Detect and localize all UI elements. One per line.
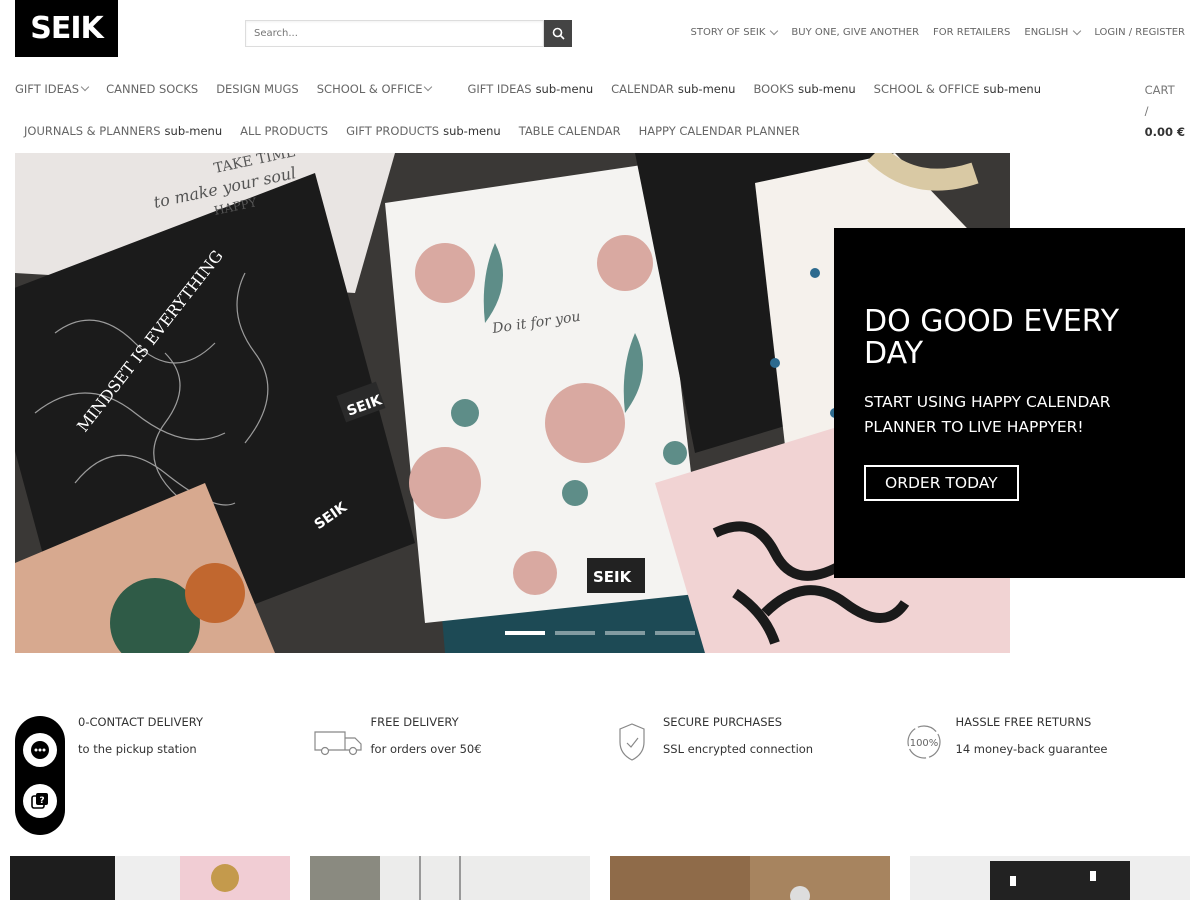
book-logo-3: SEIK <box>593 568 633 586</box>
svg-text:?: ? <box>39 796 44 806</box>
login-register-link[interactable]: LOGIN / REGISTER <box>1094 27 1185 38</box>
svg-text:100%: 100% <box>910 738 939 749</box>
feature-title: FREE DELIVERY <box>370 715 459 729</box>
nav-all-products[interactable]: ALL PRODUCTS <box>240 124 328 138</box>
feature-secure-purchases: SECURE PURCHASES SSL encrypted connectio… <box>600 712 893 772</box>
feature-returns: 100% HASSLE FREE RETURNS 14 money-back g… <box>893 712 1186 772</box>
feature-free-delivery: FREE DELIVERY for orders over 50€ <box>308 712 601 772</box>
slider-dot[interactable] <box>555 631 595 635</box>
slider-dot[interactable] <box>505 631 545 635</box>
nav-books-submenu[interactable]: BOOKS sub-menu <box>753 82 855 96</box>
truck-icon <box>308 712 371 772</box>
nav-gift-ideas-submenu[interactable]: GIFT IDEAS sub-menu <box>467 82 593 96</box>
feature-text: SSL encrypted connection <box>663 742 814 756</box>
topnav-retailers[interactable]: FOR RETAILERS <box>933 27 1010 38</box>
cart-link[interactable]: CART / 0.00 € <box>1145 80 1185 143</box>
feature-title: 0-CONTACT DELIVERY <box>78 715 203 729</box>
hero-subtitle: START USING HAPPY CALENDAR PLANNER TO LI… <box>864 393 1111 436</box>
nav-school-office-submenu[interactable]: SCHOOL & OFFICE sub-menu <box>874 82 1041 96</box>
nav-journals-submenu[interactable]: JOURNALS & PLANNERS sub-menu <box>24 124 222 138</box>
search-form <box>245 20 572 47</box>
nav-gift-ideas[interactable]: GIFT IDEAS <box>15 82 90 96</box>
nav-school-office[interactable]: SCHOOL & OFFICE <box>317 82 433 96</box>
feature-text: 14 money-back guarantee <box>955 742 1108 756</box>
category-thumbnail[interactable] <box>310 856 590 900</box>
cart-amount: 0.00 € <box>1144 125 1185 139</box>
nav-gift-products-submenu[interactable]: GIFT PRODUCTS sub-menu <box>346 124 501 138</box>
feature-text: for orders over 50€ <box>370 742 482 756</box>
chat-bubble-icon <box>31 740 49 759</box>
hundred-percent-icon: 100% <box>893 712 956 772</box>
chevron-down-icon <box>424 82 433 92</box>
category-thumbnails <box>10 856 1190 900</box>
language-select[interactable]: ENGLISH <box>1024 26 1082 38</box>
chevron-down-icon <box>770 26 779 36</box>
slider-dots <box>505 631 695 635</box>
order-today-button[interactable]: ORDER TODAY <box>864 465 1019 501</box>
chat-button[interactable] <box>23 732 57 767</box>
hero-promo-box: DO GOOD EVERY DAY START USING HAPPY CALE… <box>834 228 1185 578</box>
features-bar: 0-CONTACT DELIVERY to the pickup station… <box>15 712 1185 772</box>
nav-canned-socks[interactable]: CANNED SOCKS <box>106 82 198 96</box>
chat-widget: ? <box>15 716 65 835</box>
help-button[interactable]: ? <box>23 784 57 819</box>
cart-separator: / <box>1144 104 1149 118</box>
logo[interactable]: SEIK <box>15 0 118 57</box>
slider-dot[interactable] <box>605 631 645 635</box>
category-thumbnail[interactable] <box>910 856 1190 900</box>
hero-title: DO GOOD EVERY DAY <box>864 304 1120 371</box>
help-cards-icon: ? <box>31 793 48 810</box>
feature-text: to the pickup station <box>78 742 197 756</box>
search-button[interactable] <box>544 20 572 47</box>
cart-label: CART <box>1144 83 1175 97</box>
shield-icon <box>600 712 663 772</box>
slider-dot[interactable] <box>655 631 695 635</box>
topnav-buy-one[interactable]: BUY ONE, GIVE ANOTHER <box>791 27 919 38</box>
top-navigation: STORY OF SEIK BUY ONE, GIVE ANOTHER FOR … <box>691 26 1185 38</box>
nav-calendar-submenu[interactable]: CALENDAR sub-menu <box>611 82 735 96</box>
main-navigation: GIFT IDEAS CANNED SOCKS DESIGN MUGS SCHO… <box>15 80 1135 139</box>
feature-title: HASSLE FREE RETURNS <box>955 715 1092 729</box>
feature-title: SECURE PURCHASES <box>663 715 783 729</box>
search-input[interactable] <box>245 20 544 47</box>
category-thumbnail[interactable] <box>610 856 890 900</box>
topnav-story[interactable]: STORY OF SEIK <box>691 26 779 38</box>
chevron-down-icon <box>80 82 90 92</box>
chevron-down-icon <box>1073 26 1082 36</box>
search-icon <box>552 27 565 40</box>
nav-table-calendar[interactable]: TABLE CALENDAR <box>519 124 621 138</box>
nav-happy-calendar-planner[interactable]: HAPPY CALENDAR PLANNER <box>639 124 800 138</box>
category-thumbnail[interactable] <box>10 856 290 900</box>
nav-design-mugs[interactable]: DESIGN MUGS <box>216 82 299 96</box>
